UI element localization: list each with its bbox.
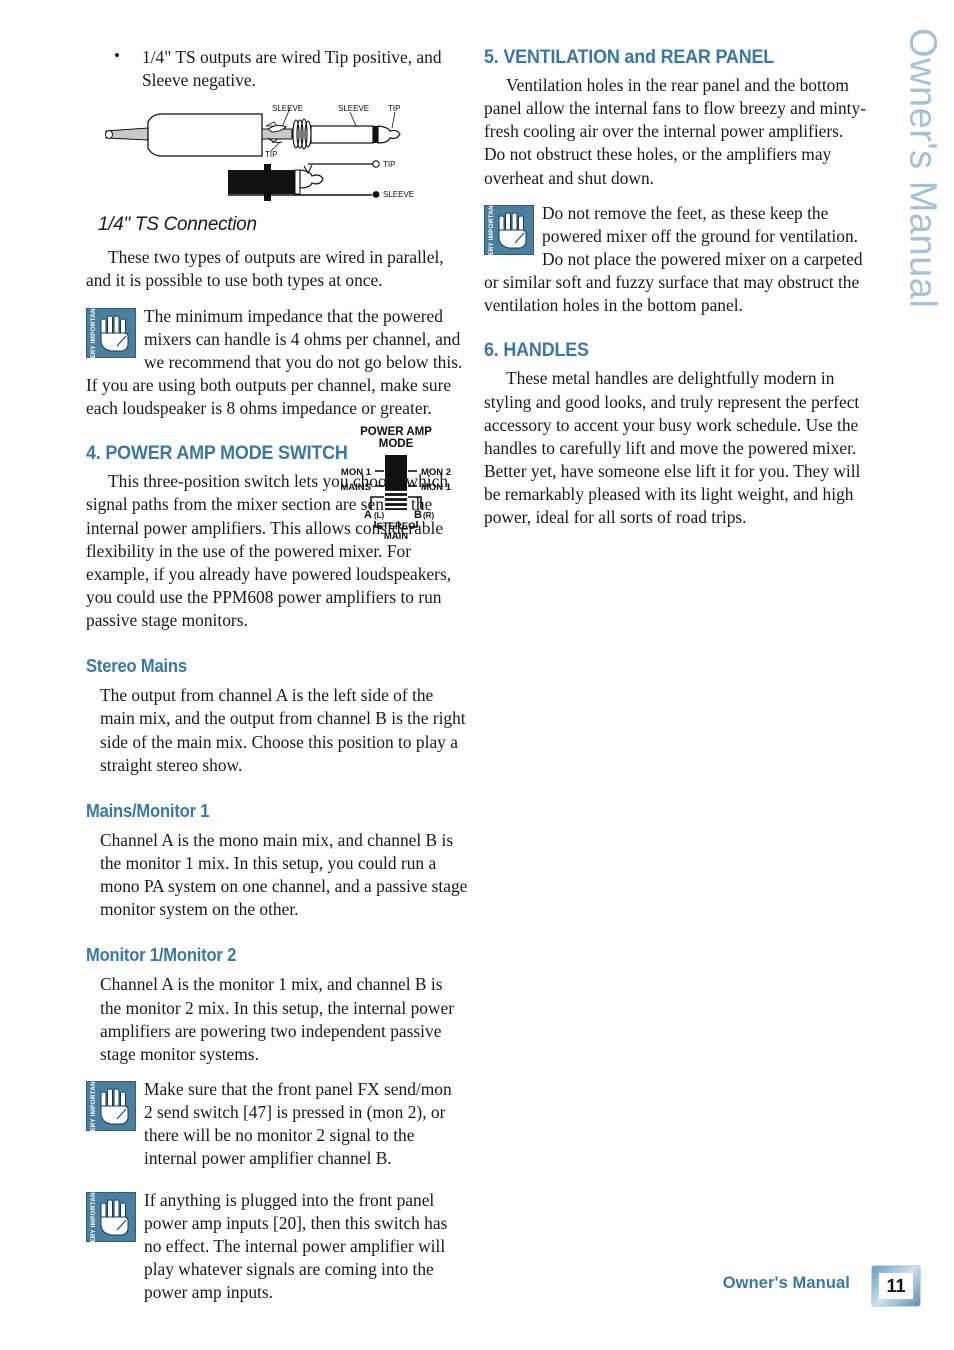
very-important-label: VERY IMPORTANT (89, 304, 97, 364)
pa-label-mon-1-right: MON 1 (421, 482, 452, 493)
left-column: 1/4" TS outputs are wired Tip positive, … (86, 45, 471, 1310)
label-sleeve-right: SLEEVE (383, 190, 414, 199)
paragraph-stereo-mains: The output from channel A is the left si… (100, 685, 466, 775)
power-amp-mode-figure: POWER AMP MODE MON 1 MAINS MON 2 MON 1 A… (321, 423, 471, 542)
pa-label-a: A (364, 509, 372, 521)
callout-text: Make sure that the front panel FX send/m… (144, 1078, 452, 1169)
hand-glyph (100, 315, 129, 352)
hand-stop-icon: VERY IMPORTANT (86, 1187, 136, 1248)
heading-stereo-mains: Stereo Mains (86, 656, 187, 677)
paragraph-section-6: These metal handles are delightfully mod… (484, 368, 861, 528)
hand-stop-icon: VERY IMPORTANT (484, 201, 534, 261)
subsection-monitor-1-monitor-2: Monitor 1/Monitor 2 Channel A is the mon… (86, 945, 468, 1304)
very-important-label: VERY IMPORTANT (89, 1077, 97, 1137)
vertical-manual-title-text: Owner's Manual (901, 28, 944, 309)
callout-text: The minimum impedance that the powered m… (86, 305, 463, 419)
quarter-inch-ts-connection-figure: SLEEVE SLEEVE TIP TIP TIP SLEEVE (100, 98, 468, 208)
figure-caption: 1/4" TS Connection (98, 214, 257, 236)
paragraph-monitor-1-monitor-2: Channel A is the monitor 1 mix, and chan… (100, 974, 455, 1064)
heading-mains-monitor-1: Mains/Monitor 1 (86, 800, 210, 821)
pa-label-b: B (414, 509, 422, 521)
hand-glyph (100, 1088, 129, 1125)
footer-manual-label: Owner's Manual (722, 1274, 850, 1292)
pa-title-line-1: POWER AMP (360, 426, 432, 438)
hand-glyph (100, 1199, 129, 1235)
heading-section-6: 6. HANDLES (484, 339, 589, 362)
paragraph-section-5: Ventilation holes in the rear panel and … (484, 75, 866, 188)
bullet-item: 1/4" TS outputs are wired Tip positive, … (86, 45, 468, 92)
hand-glyph (498, 212, 527, 249)
very-important-label: VERY IMPORTANT (487, 201, 495, 261)
paragraph-mains-monitor-1: Channel A is the mono main mix, and chan… (100, 829, 468, 920)
label-sleeve-upper-right: SLEEVE (338, 104, 369, 113)
vertical-manual-title: Owner's Manual (892, 28, 952, 368)
heading-monitor-1-monitor-2: Monitor 1/Monitor 2 (86, 945, 237, 966)
page-number-badge: 11 (872, 1266, 920, 1306)
label-tip-right: TIP (383, 160, 395, 169)
right-column: 5. VENTILATION and REAR PANEL Ventilatio… (484, 46, 866, 531)
label-tip-upper-right: TIP (388, 104, 400, 113)
page-footer: Owner's Manual 11 (0, 1266, 954, 1306)
pa-label-mon-1-left: MON 1 (341, 467, 372, 478)
callout-do-not-remove-feet: VERY IMPORTANT Do not remove the feet, a… (484, 201, 866, 318)
label-tip-lower-left: TIP (265, 150, 277, 159)
pa-label-main: MAIN (384, 531, 408, 541)
pa-label-mains: MAINS (340, 482, 371, 493)
pa-label-b-sub: (R) (423, 511, 434, 520)
very-important-label: VERY IMPORTANT (89, 1187, 97, 1248)
callout-fx-send-mon2: VERY IMPORTANT Make sure that the front … (86, 1077, 454, 1171)
heading-section-5: 5. VENTILATION and REAR PANEL (484, 46, 775, 68)
hand-stop-icon: VERY IMPORTANT (86, 304, 136, 364)
subsection-stereo-mains: Stereo Mains The output from channel A i… (86, 656, 468, 777)
pa-label-a-sub: (L) (374, 511, 385, 520)
subsection-mains-monitor-1: Mains/Monitor 1 Channel A is the mono ma… (86, 801, 468, 922)
callout-text: Do not remove the feet, as these keep th… (484, 202, 863, 316)
pa-title-line-2: MODE (379, 438, 414, 450)
bullet-list: 1/4" TS outputs are wired Tip positive, … (86, 45, 468, 92)
document-page: Owner's Manual 1/4" TS outputs are wired… (0, 0, 954, 1350)
paragraph-parallel-outputs: These two types of outputs are wired in … (86, 247, 444, 291)
label-sleeve-upper-left: SLEEVE (272, 104, 303, 113)
page-number: 11 (879, 1273, 913, 1299)
pa-label-mon-2: MON 2 (421, 467, 451, 478)
hand-stop-icon: VERY IMPORTANT (86, 1077, 136, 1137)
callout-minimum-impedance: VERY IMPORTANT The minimum impedance tha… (86, 304, 468, 421)
